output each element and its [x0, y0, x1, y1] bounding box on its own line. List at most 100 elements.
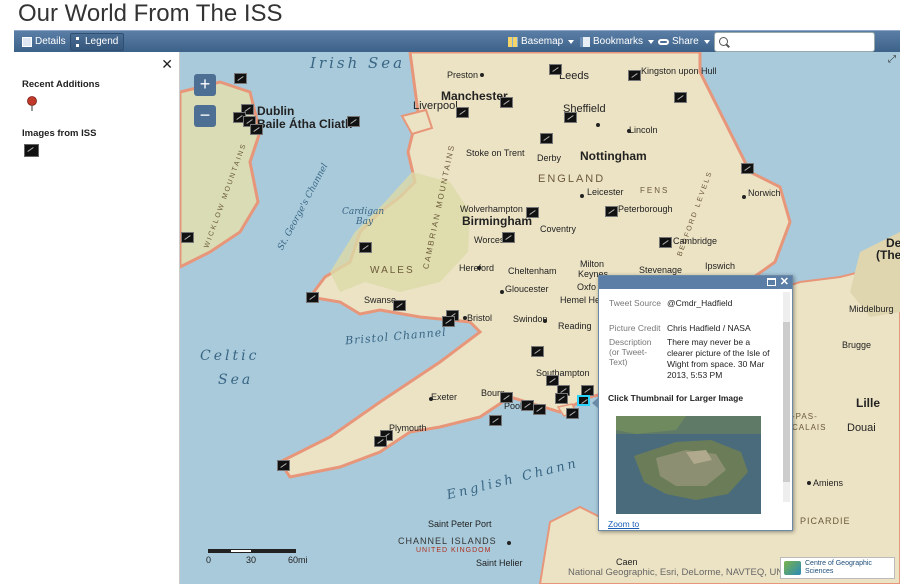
scrollbar-thumb[interactable]	[783, 322, 790, 482]
region-label-uk: UNITED KINGDOM	[416, 547, 492, 554]
scale-bar: 0 30 60mi	[206, 549, 318, 565]
search-input[interactable]	[731, 35, 871, 49]
iss-image-marker[interactable]	[533, 404, 546, 415]
iss-image-marker[interactable]	[564, 112, 577, 123]
title-bar: Our World From The ISS	[0, 0, 900, 30]
basemap-button[interactable]: Basemap	[504, 33, 578, 51]
region-label-channel-islands: CHANNEL ISLANDS	[398, 536, 497, 546]
cgs-logo: Centre of Geographic Sciences	[780, 557, 895, 579]
iss-image-marker[interactable]	[500, 392, 513, 403]
iss-image-marker[interactable]	[566, 408, 579, 419]
place-leeds: Leeds	[559, 70, 589, 82]
scale-label-sixty: 60mi	[288, 555, 308, 565]
region-label-fens: FENS	[640, 186, 670, 195]
place-derby: Derby	[537, 153, 562, 163]
iss-image-marker[interactable]	[374, 436, 387, 447]
iss-image-marker[interactable]	[181, 232, 194, 243]
city-dot	[580, 194, 584, 198]
isle-of-wight-photo	[616, 416, 761, 514]
share-label: Share	[672, 36, 699, 47]
attr-key: Picture Credit	[609, 323, 661, 333]
attr-value: @Cmdr_Hadfield	[667, 298, 733, 308]
search-icon[interactable]	[719, 37, 728, 46]
thumbnail-caption: Click Thumbnail for Larger Image	[608, 393, 744, 403]
close-icon[interactable]: ✕	[780, 275, 789, 288]
iss-image-marker[interactable]	[277, 460, 290, 471]
zoom-in-button[interactable]: +	[194, 74, 216, 96]
iss-image-marker[interactable]	[628, 70, 641, 81]
city-dot	[742, 195, 746, 199]
sea-label-irish-sea: Irish Sea	[310, 54, 406, 72]
iss-image-marker[interactable]	[555, 393, 568, 404]
iss-image-marker[interactable]	[489, 415, 502, 426]
iss-image-marker[interactable]	[526, 207, 539, 218]
iss-image-marker[interactable]	[306, 292, 319, 303]
place-southampton: Southampton	[536, 368, 590, 378]
iss-image-marker[interactable]	[605, 206, 618, 217]
region-label-england: ENGLAND	[538, 173, 606, 185]
iss-image-marker[interactable]	[500, 97, 513, 108]
place-lille: Lille	[856, 396, 881, 410]
iss-image-marker[interactable]	[531, 346, 544, 357]
logo-text: Centre of Geographic Sciences	[805, 560, 872, 575]
iss-image-marker[interactable]	[393, 300, 406, 311]
place-wolverhampton: Wolverhampton	[460, 204, 523, 214]
sea-label-celtic-2: Sea	[218, 372, 254, 388]
search-box[interactable]	[714, 32, 875, 52]
info-popup: ✕ Tweet Source @Cmdr_Hadfield Picture Cr…	[592, 275, 793, 531]
chevron-down-icon	[703, 40, 710, 44]
bookmarks-button[interactable]: Bookmarks	[576, 33, 658, 51]
iss-image-marker[interactable]	[540, 133, 553, 144]
logo-mark-icon	[784, 561, 801, 575]
details-button[interactable]: Details	[18, 33, 70, 51]
bookmarks-label: Bookmarks	[593, 36, 644, 47]
iss-image-marker[interactable]	[502, 232, 515, 243]
popup-header: ✕	[599, 276, 792, 289]
iss-image-marker[interactable]	[741, 163, 754, 174]
bookmark-icon	[580, 37, 590, 47]
iss-image-marker[interactable]	[234, 73, 247, 84]
iss-image-marker-selected[interactable]	[577, 395, 590, 406]
place-worcester: Worces	[474, 235, 505, 245]
attr-value: Chris Hadfield / NASA	[667, 323, 751, 333]
region-label-pas-2: CALAIS	[792, 423, 827, 432]
iss-image-marker[interactable]	[359, 242, 372, 253]
thumbnail-image[interactable]	[616, 416, 761, 514]
place-plymouth: Plymouth	[389, 423, 427, 433]
legend-recent-heading: Recent Additions	[22, 79, 100, 90]
place-brugge: Brugge	[842, 340, 872, 350]
place-coventry: Coventry	[540, 224, 577, 234]
iss-image-marker[interactable]	[549, 64, 562, 75]
zoom-out-button[interactable]: −	[194, 105, 216, 127]
iss-image-marker[interactable]	[347, 116, 360, 127]
city-dot	[627, 129, 631, 133]
iss-image-marker[interactable]	[659, 237, 672, 248]
attr-key: Description (or Tweet-Text)	[609, 337, 652, 367]
popup-pointer	[592, 397, 599, 409]
place-norwich: Norwich	[748, 188, 781, 198]
iss-image-marker[interactable]	[442, 316, 455, 327]
chevron-down-icon	[568, 40, 575, 44]
page-title: Our World From The ISS	[18, 0, 283, 27]
iss-image-marker[interactable]	[456, 107, 469, 118]
zoom-to-link[interactable]: Zoom to	[608, 519, 639, 529]
city-dot	[543, 319, 547, 323]
maximize-icon[interactable]	[767, 278, 776, 286]
expand-icon[interactable]: ⤢	[888, 54, 896, 65]
iss-image-marker[interactable]	[250, 124, 263, 135]
place-amiens: Amiens	[813, 478, 844, 488]
sea-label-celtic-1: Celtic	[200, 348, 260, 364]
close-icon[interactable]: ✕	[161, 56, 173, 73]
place-birmingham: Birmingham	[462, 214, 533, 228]
place-reading: Reading	[558, 321, 592, 331]
city-dot	[480, 73, 484, 77]
place-leicester: Leicester	[587, 187, 624, 197]
popup-scrollbar[interactable]	[783, 292, 790, 502]
map[interactable]: Irish Sea Celtic Sea Bristol Channel Eng…	[180, 52, 900, 584]
place-douai: Douai	[847, 422, 876, 434]
place-cambridge: Cambridge	[673, 236, 718, 246]
iss-image-marker[interactable]	[674, 92, 687, 103]
scale-label-thirty: 30	[246, 555, 257, 565]
legend-button[interactable]: Legend	[70, 33, 125, 51]
share-button[interactable]: Share	[654, 33, 714, 51]
